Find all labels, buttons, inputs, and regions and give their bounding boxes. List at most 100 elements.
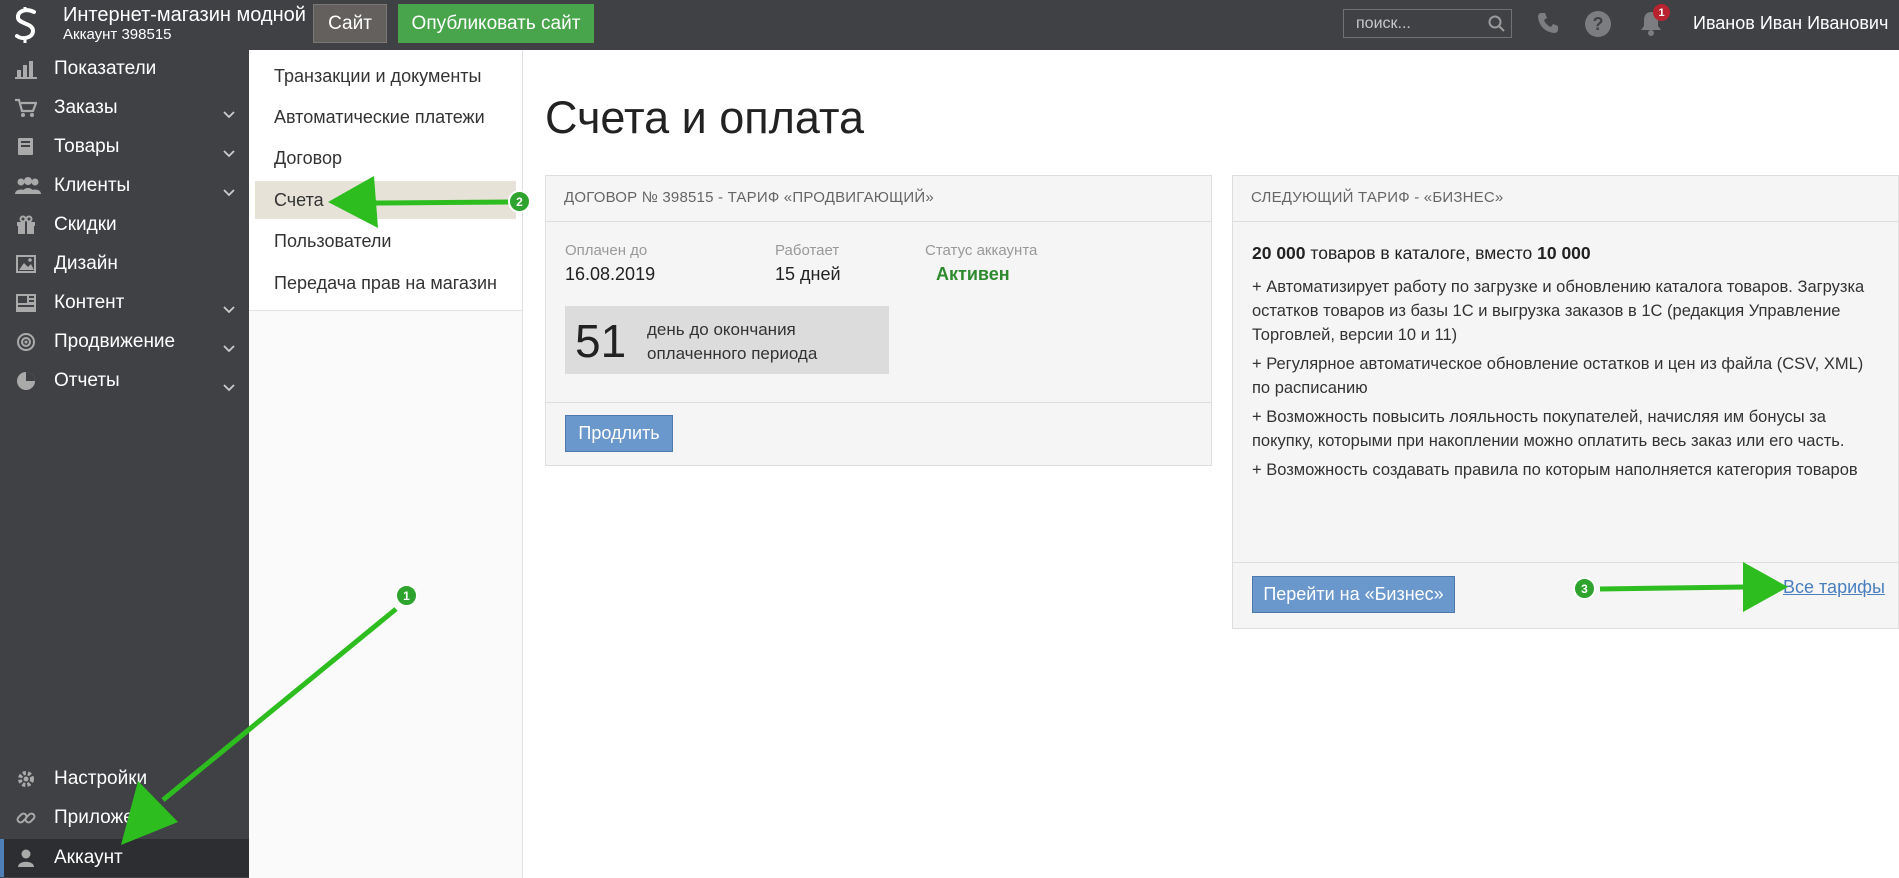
svg-text:?: ? bbox=[1593, 14, 1604, 34]
sidebar-item-account[interactable]: Аккаунт bbox=[0, 839, 249, 877]
user-menu[interactable]: Иванов Иван Иванович bbox=[1693, 13, 1899, 34]
sidebar: Показатели Заказы Товары Клиенты Скидки … bbox=[0, 50, 249, 878]
submenu-item-label: Договор bbox=[274, 148, 342, 168]
phone-icon[interactable] bbox=[1536, 11, 1560, 40]
sidebar-item-clients[interactable]: Клиенты bbox=[0, 167, 249, 205]
sidebar-item-label: Показатели bbox=[54, 58, 157, 79]
feature-item: + Возможность создавать правила по котор… bbox=[1252, 461, 1858, 479]
top-bar: Интернет-магазин модной Аккаунт 398515 С… bbox=[0, 0, 1899, 50]
contract-footer: Продлить bbox=[546, 402, 1211, 465]
book-icon bbox=[15, 137, 37, 157]
paid-until: Оплачен до 16.08.2019 bbox=[565, 242, 655, 285]
search-input[interactable] bbox=[1344, 10, 1511, 37]
next-tariff-body: 20 000 товаров в каталоге, вместо 10 000… bbox=[1252, 241, 1872, 487]
submenu-item-label: Передача прав на магазин bbox=[274, 273, 497, 293]
status-label: Статус аккаунта bbox=[925, 242, 1038, 259]
sidebar-item-label: Контент bbox=[54, 292, 125, 313]
submenu-item-autopayments[interactable]: Автоматические платежи bbox=[249, 98, 522, 136]
account-status: Статус аккаунта Активен bbox=[925, 242, 1037, 285]
sidebar-item-reports[interactable]: Отчеты bbox=[0, 362, 249, 400]
works-label: Работает bbox=[775, 242, 840, 259]
submenu-item-transactions[interactable]: Транзакции и документы bbox=[249, 57, 522, 95]
step-marker-1: 1 bbox=[395, 584, 418, 607]
help-icon[interactable]: ? bbox=[1584, 10, 1612, 43]
feature-item: + Возможность повысить лояльность покупа… bbox=[1252, 408, 1845, 450]
sidebar-item-label: Приложения bbox=[54, 807, 166, 828]
step-marker-2: 2 bbox=[508, 190, 531, 213]
chevron-down-icon[interactable] bbox=[223, 337, 235, 359]
sidebar-item-design[interactable]: Дизайн bbox=[0, 245, 249, 283]
status-badge: Активен bbox=[936, 264, 1010, 284]
sidebar-item-label: Дизайн bbox=[54, 253, 118, 274]
submenu-item-label: Счета bbox=[274, 190, 324, 210]
chevron-down-icon[interactable] bbox=[223, 142, 235, 164]
sidebar-item-settings[interactable]: Настройки bbox=[0, 760, 249, 798]
all-tariffs-link[interactable]: Все тарифы bbox=[1783, 577, 1885, 598]
submenu-list: Транзакции и документы Автоматические пл… bbox=[249, 50, 522, 311]
chevron-down-icon[interactable] bbox=[223, 181, 235, 203]
contract-card: Договор № 398515 - тариф «Продвигающий» … bbox=[545, 175, 1212, 466]
chart-icon bbox=[15, 59, 37, 79]
sidebar-item-label: Заказы bbox=[54, 97, 118, 118]
sidebar-item-label: Скидки bbox=[54, 214, 117, 235]
catalog-new-size: 20 000 bbox=[1252, 243, 1306, 263]
submenu-item-transfer-rights[interactable]: Передача прав на магазин bbox=[249, 264, 522, 302]
search-icon[interactable] bbox=[1488, 15, 1505, 37]
catalog-size-text: 20 000 товаров в каталоге, вместо 10 000 bbox=[1252, 241, 1872, 265]
go-business-button[interactable]: Перейти на «Бизнес» bbox=[1252, 576, 1455, 613]
image-icon bbox=[15, 254, 37, 274]
sidebar-item-label: Товары bbox=[54, 136, 120, 157]
submenu-item-users[interactable]: Пользователи bbox=[249, 222, 522, 260]
dashboard-icon bbox=[15, 293, 37, 313]
feature-item: + Автоматизирует работу по загрузке и об… bbox=[1252, 278, 1865, 344]
days-left-number: 51 bbox=[575, 315, 627, 367]
submenu-item-label: Пользователи bbox=[274, 231, 392, 251]
logo-icon[interactable] bbox=[0, 0, 52, 50]
catalog-size-mid: товаров в каталоге, вместо bbox=[1305, 243, 1538, 263]
submenu-item-label: Автоматические платежи bbox=[274, 107, 485, 127]
site-button[interactable]: Сайт bbox=[313, 4, 387, 43]
sidebar-item-discounts[interactable]: Скидки bbox=[0, 206, 249, 244]
sidebar-item-label: Клиенты bbox=[54, 175, 131, 196]
paid-until-value: 16.08.2019 bbox=[565, 264, 656, 284]
publish-site-button[interactable]: Опубликовать сайт bbox=[398, 4, 594, 43]
sidebar-item-label: Аккаунт bbox=[54, 847, 123, 868]
extend-button[interactable]: Продлить bbox=[565, 415, 673, 452]
sidebar-item-label: Настройки bbox=[54, 768, 148, 789]
account-submenu: Транзакции и документы Автоматические пл… bbox=[249, 50, 523, 878]
feature-item: + Регулярное автоматическое обновление о… bbox=[1252, 355, 1864, 397]
page-title: Счета и оплата bbox=[545, 92, 865, 143]
next-tariff-card: Следующий тариф - «Бизнес» 20 000 товаро… bbox=[1232, 175, 1899, 629]
days-left-text: день до окончания оплаченного периода bbox=[647, 320, 818, 363]
sidebar-item-orders[interactable]: Заказы bbox=[0, 89, 249, 127]
submenu-item-contract[interactable]: Договор bbox=[249, 139, 522, 177]
sidebar-item-apps[interactable]: Приложения bbox=[0, 799, 249, 837]
works-days: Работает 15 дней bbox=[775, 242, 841, 285]
sidebar-item-products[interactable]: Товары bbox=[0, 128, 249, 166]
step-marker-3: 3 bbox=[1573, 577, 1596, 600]
sidebar-item-label: Продвижение bbox=[54, 331, 176, 352]
store-info[interactable]: Интернет-магазин модной Аккаунт 398515 bbox=[63, 4, 306, 44]
chevron-down-icon[interactable] bbox=[223, 376, 235, 398]
works-value: 15 дней bbox=[775, 264, 841, 284]
gear-icon bbox=[15, 769, 37, 789]
contract-header: Договор № 398515 - тариф «Продвигающий» bbox=[546, 176, 1211, 222]
pie-icon bbox=[15, 371, 37, 391]
search-box bbox=[1343, 9, 1512, 38]
submenu-item-label: Транзакции и документы bbox=[274, 66, 482, 86]
chevron-down-icon[interactable] bbox=[223, 103, 235, 125]
store-name: Интернет-магазин модной bbox=[63, 4, 306, 26]
notification-badge: 1 bbox=[1653, 4, 1670, 21]
sidebar-item-promotion[interactable]: Продвижение bbox=[0, 323, 249, 361]
target-icon bbox=[15, 332, 37, 352]
submenu-item-invoices[interactable]: Счета bbox=[255, 181, 516, 219]
chevron-down-icon[interactable] bbox=[223, 298, 235, 320]
users-icon bbox=[15, 176, 41, 196]
sidebar-item-content[interactable]: Контент bbox=[0, 284, 249, 322]
sidebar-item-indicators[interactable]: Показатели bbox=[0, 50, 249, 88]
sidebar-item-label: Отчеты bbox=[54, 370, 120, 391]
paid-until-label: Оплачен до bbox=[565, 242, 648, 259]
link-icon bbox=[15, 808, 37, 828]
account-number: Аккаунт 398515 bbox=[63, 26, 172, 43]
cart-icon bbox=[15, 98, 38, 118]
